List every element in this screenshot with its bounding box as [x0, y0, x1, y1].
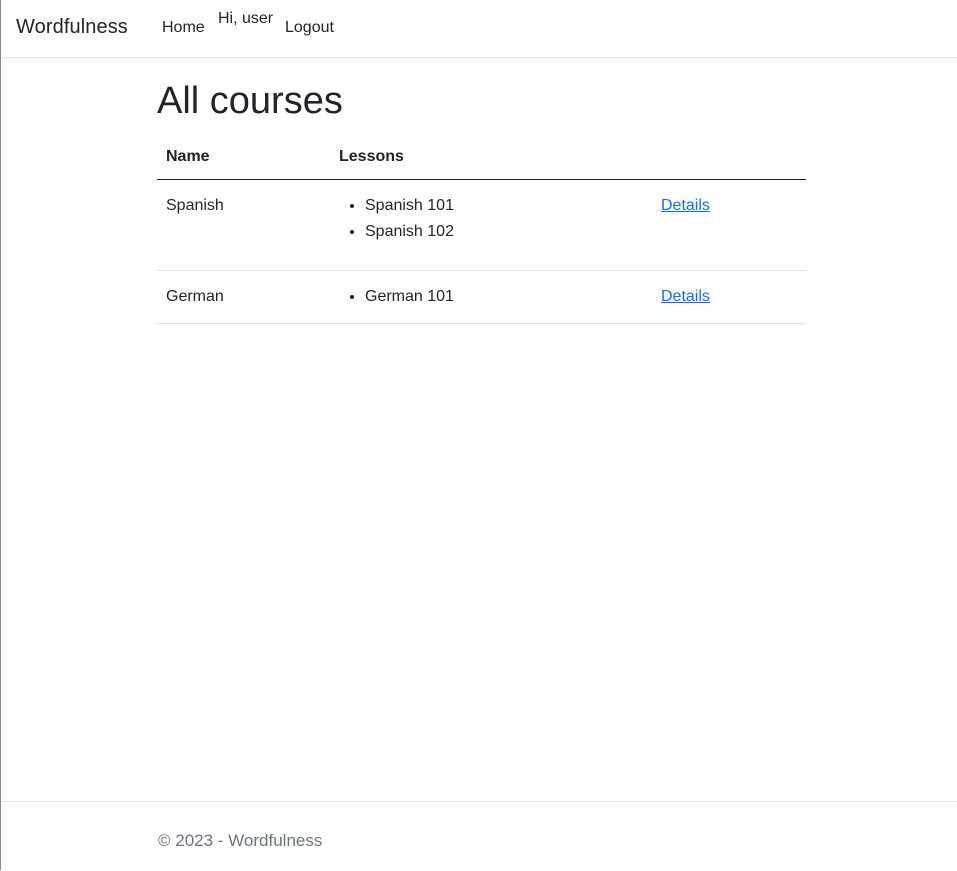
nav-logout-link[interactable]: Logout: [285, 19, 334, 37]
actions-cell: Details: [652, 179, 806, 271]
lessons-list: Spanish 101 Spanish 102: [339, 193, 643, 245]
details-link[interactable]: Details: [661, 197, 710, 214]
lessons-cell: Spanish 101 Spanish 102: [330, 179, 652, 271]
table-header-row: Name Lessons: [157, 138, 806, 180]
navbar: Wordfulness Home Hi, user Logout: [2, 0, 957, 58]
course-name: German: [157, 270, 330, 324]
lesson-item: Spanish 102: [365, 219, 643, 245]
course-name: Spanish: [157, 179, 330, 271]
user-greeting: Hi, user: [218, 10, 274, 27]
lessons-cell: German 101: [330, 270, 652, 324]
page-title: All courses: [157, 80, 343, 122]
footer-copyright: © 2023 - Wordfulness: [158, 831, 323, 850]
courses-table: Name Lessons Spanish Spanish 101 Spanish…: [157, 138, 806, 324]
table-row: Spanish Spanish 101 Spanish 102 Details: [157, 179, 806, 271]
main-content: All courses Name Lessons Spanish Spanish…: [157, 78, 806, 324]
column-header-actions: [652, 138, 806, 180]
table-row: German German 101 Details: [157, 270, 806, 324]
nav-home-link[interactable]: Home: [162, 19, 205, 37]
actions-cell: Details: [652, 270, 806, 324]
lessons-list: German 101: [339, 284, 643, 310]
details-link[interactable]: Details: [661, 288, 710, 305]
column-header-name: Name: [157, 138, 330, 180]
lesson-item: German 101: [365, 284, 643, 310]
footer: © 2023 - Wordfulness: [2, 801, 957, 870]
browser-page: Wordfulness Home Hi, user Logout All cou…: [0, 0, 957, 870]
brand-link[interactable]: Wordfulness: [16, 16, 128, 39]
column-header-lessons: Lessons: [330, 138, 652, 180]
lesson-item: Spanish 101: [365, 193, 643, 219]
